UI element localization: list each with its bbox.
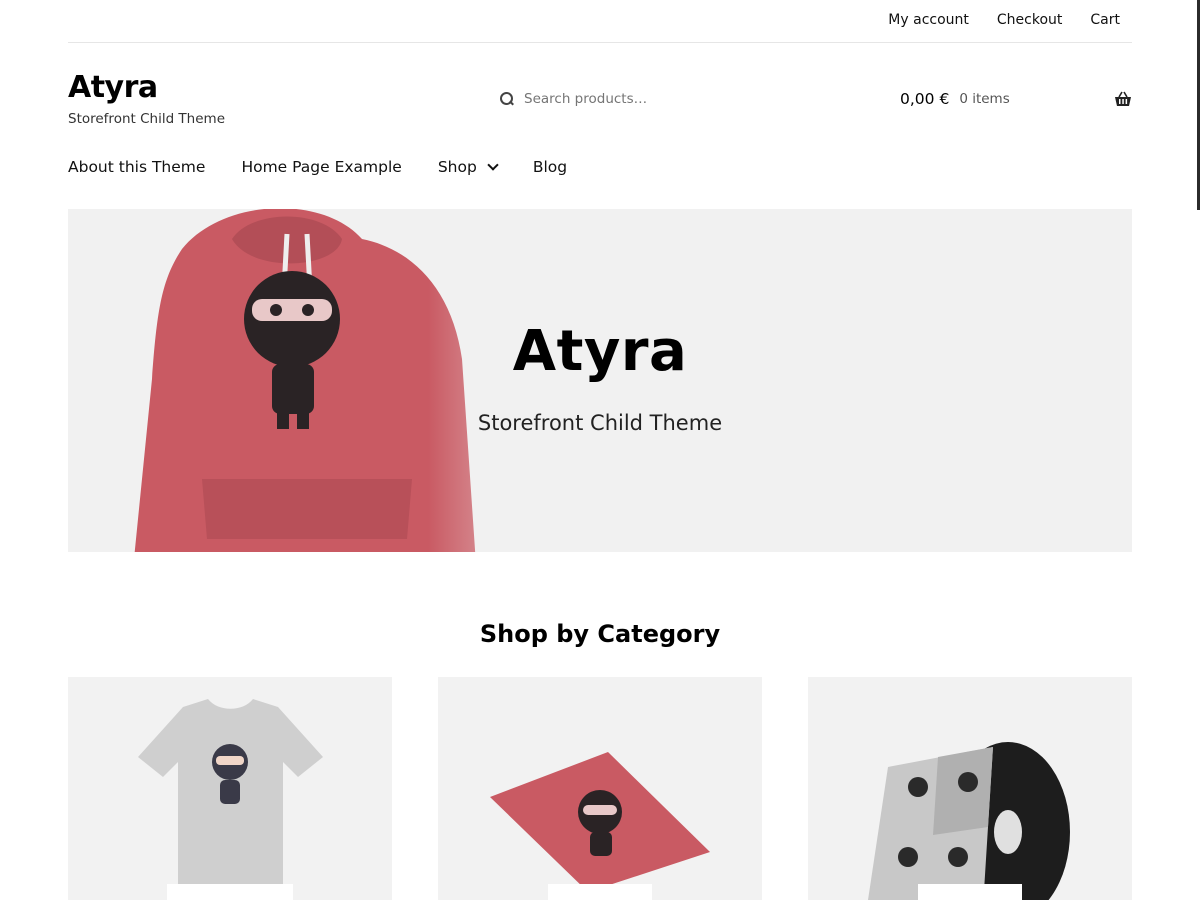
nav-shop-label[interactable]: Shop	[438, 158, 477, 176]
section-title: Shop by Category	[479, 620, 721, 648]
hero-banner: Atyra Storefront Child Theme	[68, 209, 1132, 552]
secondary-links: My account Checkout Cart	[888, 12, 1120, 28]
category-label-chip[interactable]	[167, 884, 293, 900]
tshirt-ninja-image[interactable]	[68, 677, 392, 900]
category-label-chip[interactable]	[548, 884, 652, 900]
search-icon	[500, 92, 514, 106]
category-card-music[interactable]	[808, 677, 1132, 900]
chevron-down-icon[interactable]	[487, 159, 499, 171]
site-description: Storefront Child Theme	[68, 111, 225, 127]
poster-ninja-image[interactable]	[438, 677, 762, 900]
category-label-chip[interactable]	[918, 884, 1022, 900]
hero-subtitle: Storefront Child Theme	[477, 411, 723, 435]
checkout-link[interactable]: Checkout	[997, 12, 1063, 28]
category-card-posters[interactable]	[438, 677, 762, 900]
hero-title: Atyra	[512, 319, 688, 384]
nav-about-theme[interactable]: About this Theme	[68, 158, 205, 176]
my-account-link[interactable]: My account	[888, 12, 969, 28]
nav-shop[interactable]: Shop	[438, 158, 499, 176]
nav-blog[interactable]: Blog	[533, 158, 567, 176]
category-card-tshirts[interactable]	[68, 677, 392, 900]
product-search	[500, 88, 750, 110]
basket-icon[interactable]	[1114, 91, 1132, 107]
vinyl-album-image[interactable]	[808, 677, 1132, 900]
primary-navigation: About this Theme Home Page Example Shop …	[68, 158, 567, 176]
nav-home-page-example[interactable]: Home Page Example	[241, 158, 401, 176]
secondary-navigation: My account Checkout Cart	[68, 0, 1132, 43]
header-cart[interactable]: 0,00 € 0 items	[900, 88, 1132, 110]
cart-link[interactable]: Cart	[1090, 12, 1120, 28]
site-title[interactable]: Atyra	[68, 70, 158, 105]
search-input[interactable]	[522, 90, 722, 108]
cart-amount[interactable]: 0,00 €	[900, 90, 949, 108]
cart-count[interactable]: 0 items	[959, 91, 1009, 107]
